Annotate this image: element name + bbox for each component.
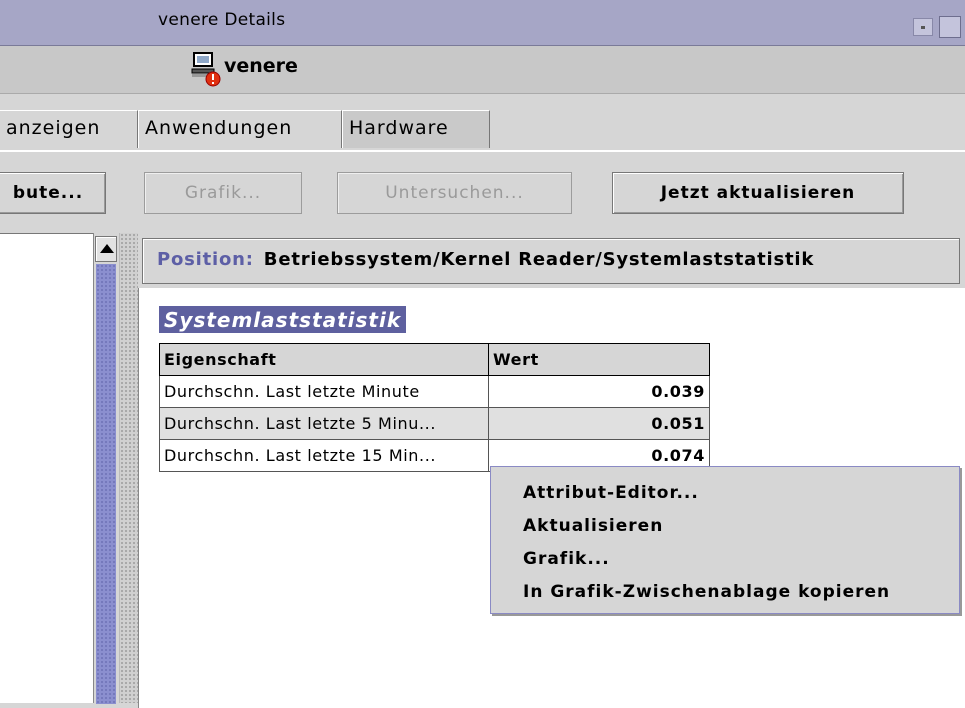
attribute-button[interactable]: bute... xyxy=(0,172,106,214)
scroll-up-button[interactable] xyxy=(95,236,117,262)
column-header-property[interactable]: Eigenschaft xyxy=(159,343,489,376)
table-row[interactable]: Durchschn. Last letzte Minute 0.039 xyxy=(159,375,710,408)
location-bar: Position: Betriebssystem/Kernel Reader/Sy… xyxy=(142,238,960,284)
property-table: Eigenschaft Wert Durchschn. Last letzte … xyxy=(159,343,710,472)
graph-button[interactable]: Grafik... xyxy=(144,172,302,214)
host-name: venere xyxy=(224,55,298,77)
menu-item-copy-to-graph-clipboard[interactable]: In Grafik-Zwischenablage kopieren xyxy=(491,575,959,608)
property-cell[interactable]: Durchschn. Last letzte 15 Min... xyxy=(159,439,489,472)
tab-divider xyxy=(0,150,965,152)
host-header xyxy=(0,46,965,94)
table-row[interactable]: Durchschn. Last letzte 5 Minu... 0.051 xyxy=(159,407,710,440)
tree-pane[interactable] xyxy=(0,233,93,703)
location-path: Betriebssystem/Kernel Reader/Systemlasts… xyxy=(263,249,815,270)
location-label: Position: xyxy=(157,249,254,270)
pane-splitter[interactable] xyxy=(119,233,138,703)
minimize-button[interactable] xyxy=(913,18,933,36)
column-header-value[interactable]: Wert xyxy=(488,343,710,376)
maximize-button[interactable] xyxy=(939,16,961,38)
arrow-up-icon xyxy=(100,244,114,253)
tab-anwendungen[interactable]: Anwendungen xyxy=(138,110,342,148)
tab-anzeigen[interactable]: anzeigen xyxy=(0,110,138,148)
value-cell[interactable]: 0.039 xyxy=(488,375,710,408)
value-cell[interactable]: 0.051 xyxy=(488,407,710,440)
menu-item-graph[interactable]: Grafik... xyxy=(491,542,959,575)
window-titlebar[interactable] xyxy=(0,0,965,46)
scroll-thumb[interactable] xyxy=(96,264,116,704)
context-menu: Attribut-Editor... Aktualisieren Grafik.… xyxy=(490,466,960,614)
property-cell[interactable]: Durchschn. Last letzte Minute xyxy=(159,375,489,408)
property-cell[interactable]: Durchschn. Last letzte 5 Minu... xyxy=(159,407,489,440)
minimize-icon xyxy=(921,26,925,29)
menu-item-refresh[interactable]: Aktualisieren xyxy=(491,509,959,542)
menu-item-attribute-editor[interactable]: Attribut-Editor... xyxy=(491,476,959,509)
refresh-now-button[interactable]: Jetzt aktualisieren xyxy=(612,172,904,214)
tab-hardware[interactable]: Hardware xyxy=(342,110,490,148)
window-title: venere Details xyxy=(158,10,286,30)
section-title: Systemlaststatistik xyxy=(159,306,407,333)
computer-alarm-icon xyxy=(190,51,222,87)
probe-button[interactable]: Untersuchen... xyxy=(337,172,572,214)
